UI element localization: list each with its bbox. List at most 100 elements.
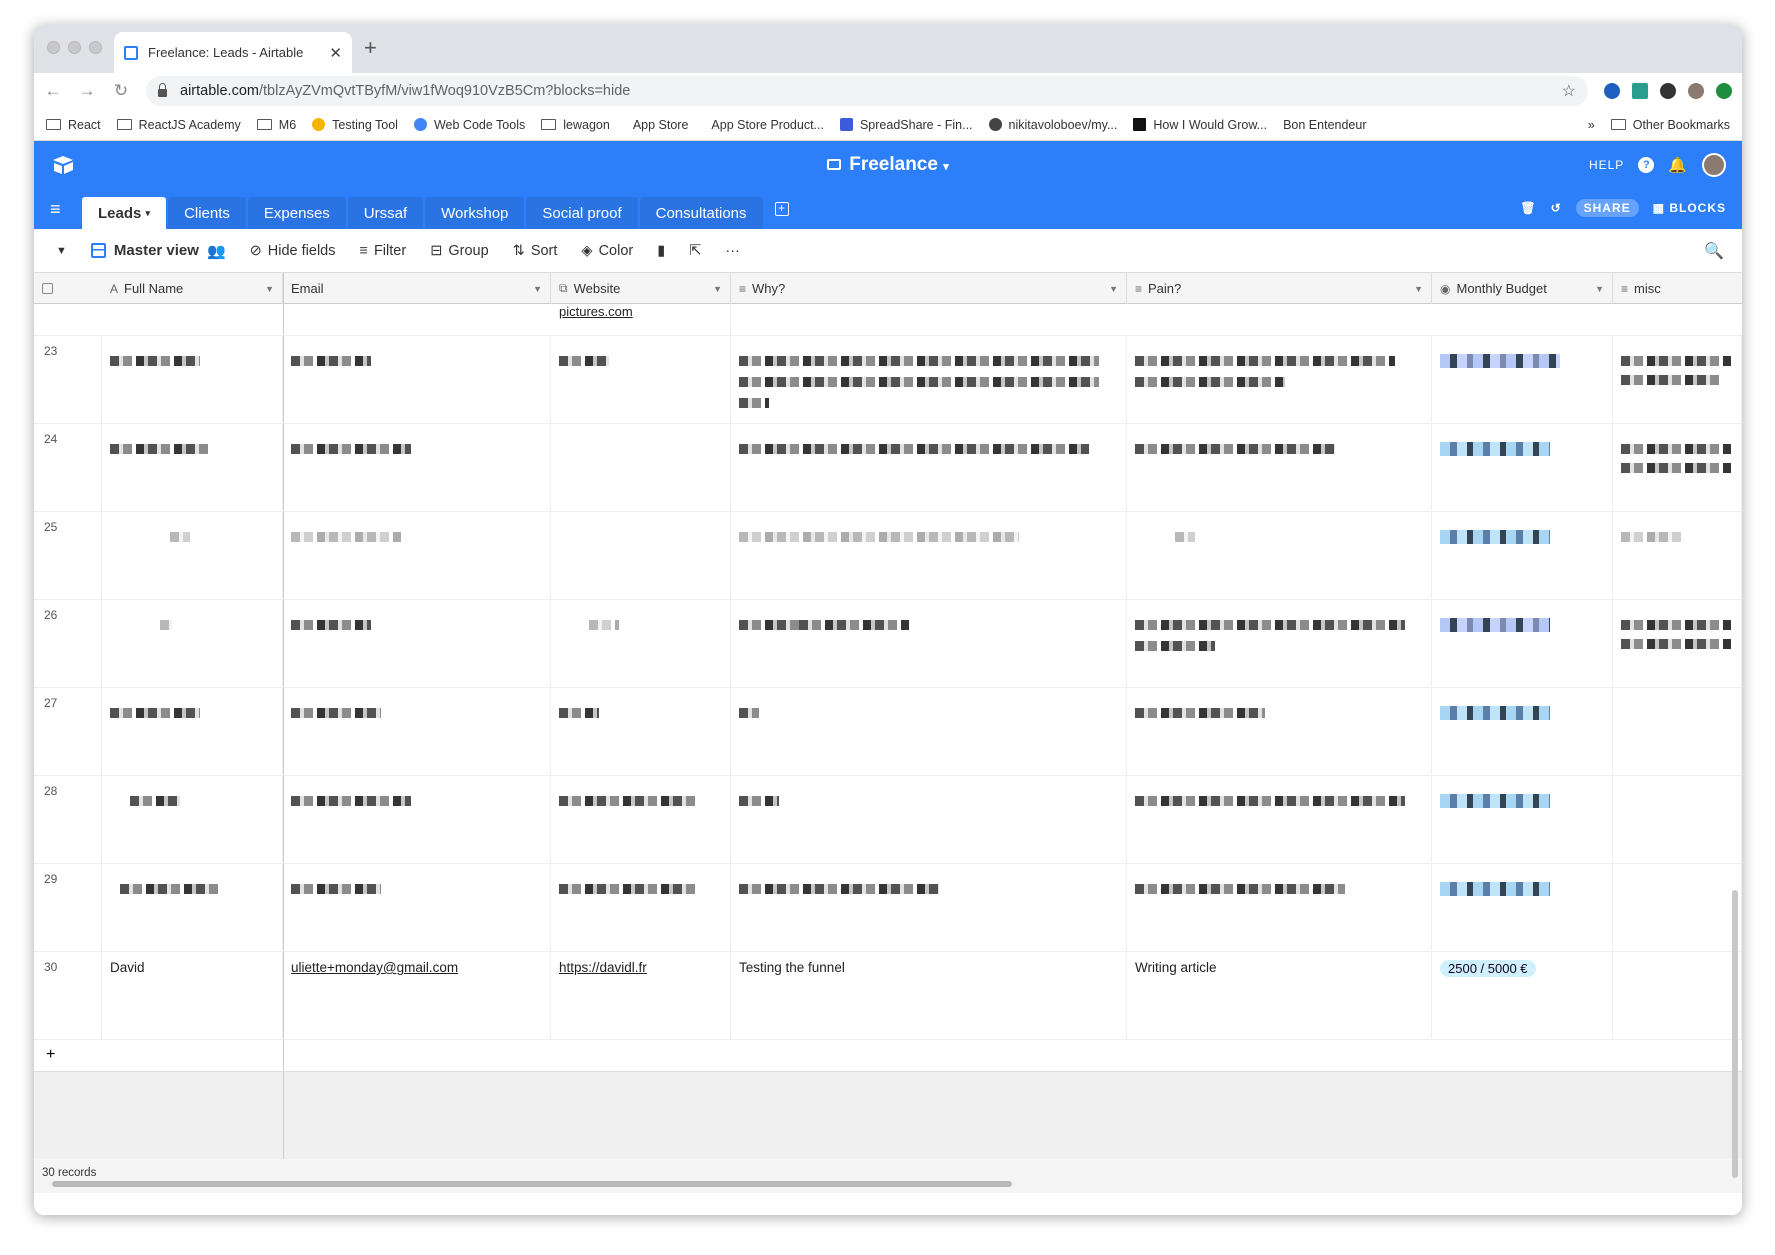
- misc-cell[interactable]: [1613, 512, 1742, 599]
- sort-button[interactable]: ⇅ Sort: [513, 243, 558, 259]
- bookmark-item[interactable]: React: [46, 118, 101, 132]
- column-header-full-name[interactable]: A Full Name ▼: [102, 273, 283, 304]
- budget-cell[interactable]: [1432, 776, 1613, 863]
- url-bar[interactable]: airtable.com/tblzAyZVmQvtTByfM/viw1fWoq9…: [146, 76, 1588, 106]
- why-cell[interactable]: [731, 776, 1127, 863]
- name-cell[interactable]: [102, 864, 283, 951]
- email-cell[interactable]: [283, 512, 551, 599]
- bookmark-item[interactable]: How I Would Grow...: [1133, 118, 1267, 132]
- reload-icon[interactable]: ↻: [112, 81, 130, 101]
- name-cell[interactable]: David: [102, 952, 283, 1039]
- search-icon[interactable]: 🔍: [1704, 241, 1724, 261]
- window-controls[interactable]: [47, 41, 102, 54]
- bookmark-item[interactable]: nikitavoloboev/my...: [988, 118, 1117, 132]
- bookmark-item[interactable]: SpreadShare - Fin...: [839, 118, 973, 132]
- filter-button[interactable]: ≡ Filter: [359, 243, 406, 259]
- bookmark-item[interactable]: Web Code Tools: [413, 118, 525, 132]
- budget-cell[interactable]: [1432, 864, 1613, 951]
- column-header-misc[interactable]: ≡ misc: [1613, 273, 1742, 304]
- extension-icon[interactable]: [1660, 83, 1676, 99]
- column-header-pain[interactable]: ≡ Pain? ▼: [1127, 273, 1432, 304]
- select-all-checkbox[interactable]: [34, 273, 102, 304]
- website-cell[interactable]: [551, 864, 731, 951]
- column-header-why[interactable]: ≡ Why? ▼: [731, 273, 1127, 304]
- bookmark-item[interactable]: Bon Entendeur: [1283, 118, 1366, 132]
- email-cell[interactable]: [283, 688, 551, 775]
- avatar[interactable]: [1702, 153, 1726, 177]
- profile-avatar-icon[interactable]: [1688, 83, 1704, 99]
- back-icon[interactable]: ←: [44, 81, 62, 101]
- misc-cell[interactable]: [1613, 600, 1742, 687]
- column-header-monthly-budget[interactable]: ◉ Monthly Budget ▼: [1432, 273, 1613, 304]
- vertical-scrollbar[interactable]: [1732, 890, 1738, 1178]
- tab-social-proof[interactable]: Social proof: [526, 197, 638, 229]
- column-header-website[interactable]: ⧉ Website ▼: [551, 273, 731, 304]
- table-row[interactable]: 29: [34, 864, 1742, 952]
- misc-cell[interactable]: [1613, 952, 1742, 1039]
- email-cell[interactable]: [283, 424, 551, 511]
- browser-tab[interactable]: Freelance: Leads - Airtable ✕: [114, 32, 352, 73]
- website-cell[interactable]: pictures.com: [551, 304, 731, 335]
- website-cell[interactable]: [551, 424, 731, 511]
- website-cell[interactable]: [551, 336, 731, 423]
- website-cell[interactable]: [551, 512, 731, 599]
- more-bookmarks-button[interactable]: »: [1588, 118, 1595, 132]
- website-cell[interactable]: [551, 776, 731, 863]
- budget-cell[interactable]: [1432, 336, 1613, 423]
- bookmark-item[interactable]: Testing Tool: [312, 118, 398, 132]
- tab-workshop[interactable]: Workshop: [425, 197, 525, 229]
- column-header-email[interactable]: Email ▼: [283, 273, 551, 304]
- hide-fields-button[interactable]: ⊘ Hide fields: [250, 243, 336, 259]
- website-cell[interactable]: https://davidl.fr: [551, 952, 731, 1039]
- email-cell[interactable]: [283, 864, 551, 951]
- view-switcher[interactable]: Master view 👥: [90, 242, 226, 260]
- why-cell[interactable]: [731, 336, 1127, 423]
- table-row[interactable]: 27: [34, 688, 1742, 776]
- why-cell[interactable]: [731, 864, 1127, 951]
- misc-cell[interactable]: [1613, 424, 1742, 511]
- close-tab-icon[interactable]: ✕: [329, 44, 342, 62]
- website-cell[interactable]: [551, 600, 731, 687]
- name-cell[interactable]: [102, 688, 283, 775]
- misc-cell[interactable]: [1613, 688, 1742, 775]
- tab-expenses[interactable]: Expenses: [247, 197, 346, 229]
- table-row[interactable]: 26: [34, 600, 1742, 688]
- history-icon[interactable]: ↺: [1551, 201, 1562, 215]
- why-cell[interactable]: [731, 512, 1127, 599]
- new-tab-button[interactable]: +: [364, 35, 377, 61]
- budget-cell[interactable]: [1432, 688, 1613, 775]
- why-cell[interactable]: [731, 688, 1127, 775]
- menu-icon[interactable]: ≡: [50, 199, 70, 220]
- add-table-icon[interactable]: +: [774, 202, 789, 216]
- misc-cell[interactable]: [1613, 864, 1742, 951]
- pain-cell[interactable]: [1127, 512, 1432, 599]
- blocks-button[interactable]: ▦ BLOCKS: [1653, 201, 1726, 215]
- tab-urssaf[interactable]: Urssaf: [347, 197, 424, 229]
- misc-cell[interactable]: [1613, 776, 1742, 863]
- share-view-icon[interactable]: ⇱: [689, 243, 701, 259]
- website-cell[interactable]: [551, 688, 731, 775]
- pain-cell[interactable]: [1127, 336, 1432, 423]
- share-button[interactable]: SHARE: [1575, 199, 1639, 217]
- tab-leads[interactable]: Leads ▾: [82, 197, 167, 229]
- color-button[interactable]: ◈ Color: [581, 243, 633, 259]
- why-cell[interactable]: Testing the funnel: [731, 952, 1127, 1039]
- misc-cell[interactable]: [1613, 336, 1742, 423]
- bookmark-star-icon[interactable]: ☆: [1562, 81, 1576, 101]
- horizontal-scrollbar[interactable]: [52, 1181, 1012, 1187]
- bookmark-item[interactable]: M6: [256, 118, 296, 132]
- pain-cell[interactable]: [1127, 600, 1432, 687]
- email-cell[interactable]: [283, 336, 551, 423]
- group-button[interactable]: ⊟ Group: [430, 243, 488, 259]
- budget-cell[interactable]: [1432, 600, 1613, 687]
- trash-icon[interactable]: 🗑: [1520, 201, 1536, 215]
- name-cell[interactable]: [102, 600, 283, 687]
- bookmark-item[interactable]: App Store: [626, 118, 689, 132]
- why-cell[interactable]: [731, 424, 1127, 511]
- tab-clients[interactable]: Clients: [168, 197, 246, 229]
- pain-cell[interactable]: Writing article: [1127, 952, 1432, 1039]
- table-row[interactable]: 24: [34, 424, 1742, 512]
- pain-cell[interactable]: [1127, 424, 1432, 511]
- why-cell[interactable]: [731, 600, 1127, 687]
- pain-cell[interactable]: [1127, 864, 1432, 951]
